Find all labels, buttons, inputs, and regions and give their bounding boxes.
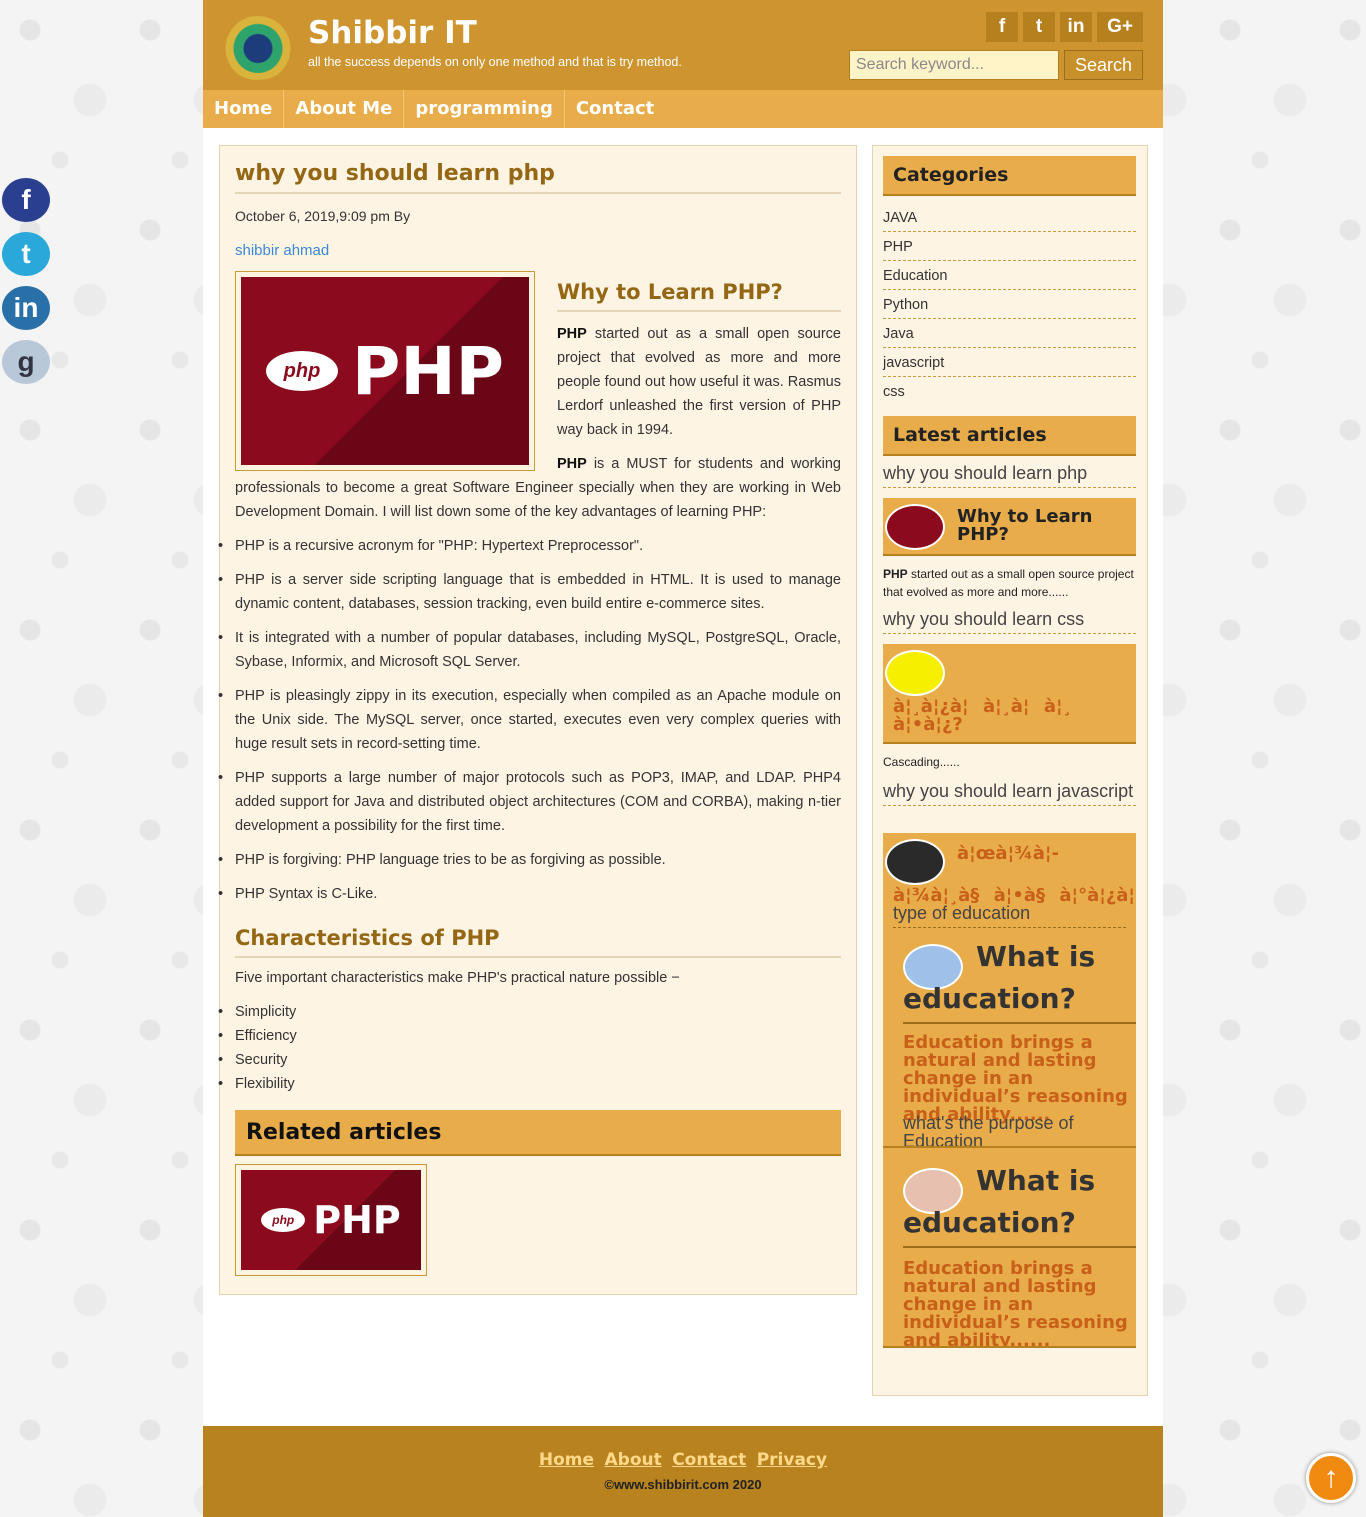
search-input[interactable] <box>849 50 1059 80</box>
nav-home[interactable]: Home <box>203 90 285 128</box>
footer-links: Home About Contact Privacy <box>203 1450 1163 1470</box>
heading-why-learn: Why to Learn PHP? <box>557 280 841 312</box>
latest-link-education[interactable]: type of education <box>893 904 1126 928</box>
list-item: It is integrated with a number of popula… <box>218 626 841 674</box>
latest-card-php[interactable]: Why to Learn PHP? <box>883 498 1136 556</box>
advantages-list: PHP is a recursive acronym for "PHP: Hyp… <box>218 534 841 916</box>
latest-card-purpose[interactable]: What is education? Education brings a na… <box>883 1148 1136 1348</box>
card-title: What is education? <box>903 1160 1136 1248</box>
heading-characteristics: Characteristics of PHP <box>235 926 841 958</box>
list-item: PHP is pleasingly zippy in its execution… <box>218 684 841 756</box>
category-education[interactable]: Education <box>883 262 1136 290</box>
main-nav: Home About Me programming Contact <box>203 90 1163 128</box>
card-body: Education brings a natural and lasting c… <box>903 1258 1128 1348</box>
category-javascript[interactable]: javascript <box>883 349 1136 377</box>
site-footer: Home About Contact Privacy ©www.shibbiri… <box>203 1426 1163 1517</box>
category-python[interactable]: Python <box>883 291 1136 319</box>
list-item: PHP supports a large number of major pro… <box>218 766 841 838</box>
list-item: PHP is a server side scripting language … <box>218 568 841 616</box>
sidebar: Categories JAVA PHP Education Python Jav… <box>872 145 1148 1396</box>
latest-card-javascript[interactable]: à¦œà¦¾à¦- à¦¾à¦¸à§à¦•à§à¦°à¦¿à¦ªà type… <box>883 833 1136 930</box>
article-panel: why you should learn php October 6, 2019… <box>218 145 857 1295</box>
related-article-thumbnail[interactable]: php PHP <box>235 1164 427 1276</box>
categories-header: Categories <box>883 156 1136 196</box>
card-title: Why to Learn PHP? <box>957 506 1093 545</box>
footer-link-privacy[interactable]: Privacy <box>757 1450 827 1470</box>
php-badge: php <box>266 351 338 391</box>
page-container: Shibbir IT all the success depends on on… <box>203 0 1163 1517</box>
css-thumbnail <box>885 650 945 696</box>
card-title-line1: à¦œà¦¾à¦- <box>957 843 1059 864</box>
list-item: PHP is a recursive acronym for "PHP: Hyp… <box>218 534 841 558</box>
copyright-text: ©www.shibbirit.com 2020 <box>604 1477 762 1492</box>
category-java[interactable]: JAVA <box>883 204 1136 232</box>
latest-link-javascript[interactable]: why you should learn javascript <box>883 782 1136 806</box>
latest-card-education[interactable]: What is education? Education brings a na… <box>883 930 1136 1148</box>
list-item: Security <box>218 1048 841 1072</box>
list-item: PHP is forgiving: PHP language tries to … <box>218 848 841 872</box>
card-title: What is education? <box>903 936 1136 1024</box>
php-badge: php <box>261 1208 306 1232</box>
category-php[interactable]: PHP <box>883 233 1136 261</box>
latest-card-css[interactable]: à¦¸à¦¿à¦à¦¸à¦à¦¸ à¦•à¦¿? <box>883 644 1136 744</box>
google-float-icon[interactable]: g <box>2 340 50 384</box>
facebook-icon[interactable]: f <box>986 12 1018 42</box>
related-articles-header: Related articles <box>235 1110 841 1156</box>
category-css[interactable]: css <box>883 378 1136 406</box>
latest-articles-header: Latest articles <box>883 416 1136 456</box>
site-tagline: all the success depends on only one meth… <box>308 55 682 69</box>
footer-link-home[interactable]: Home <box>539 1450 594 1470</box>
characteristics-intro: Five important characteristics make PHP'… <box>235 970 680 986</box>
footer-link-about[interactable]: About <box>605 1450 662 1470</box>
twitter-float-icon[interactable]: t <box>2 232 50 276</box>
card-title-line2: à¦•à¦¿? <box>893 714 963 735</box>
js-thumbnail <box>885 839 945 885</box>
latest-excerpt-php: PHP started out as a small open source p… <box>883 567 1134 599</box>
list-item: Simplicity <box>218 1000 841 1024</box>
site-title[interactable]: Shibbir IT <box>308 15 477 51</box>
scroll-to-top-icon[interactable]: ↑ <box>1306 1453 1356 1503</box>
card-body: Education brings a natural and lasting c… <box>903 1032 1128 1125</box>
author-link[interactable]: shibbir ahmad <box>235 242 329 259</box>
twitter-icon[interactable]: t <box>1023 12 1055 42</box>
google-plus-icon[interactable]: G+ <box>1097 12 1143 42</box>
nav-contact[interactable]: Contact <box>565 90 665 128</box>
advantages-paragraph: PHP is a MUST for students and working p… <box>235 456 841 520</box>
category-java-2[interactable]: Java <box>883 320 1136 348</box>
post-meta: October 6, 2019,9:09 pm By <box>235 208 411 224</box>
search-button[interactable]: Search <box>1064 50 1143 80</box>
site-header: Shibbir IT all the success depends on on… <box>203 0 1163 90</box>
php-image-text: PHP <box>352 332 504 410</box>
intro-paragraph: PHP started out as a small open source p… <box>557 326 841 438</box>
header-social-icons: f t in G+ <box>986 12 1143 42</box>
linkedin-icon[interactable]: in <box>1060 12 1092 42</box>
post-title: why you should learn php <box>235 161 841 194</box>
php-thumbnail <box>885 504 945 550</box>
latest-link-css[interactable]: why you should learn css <box>883 610 1136 634</box>
characteristics-list: Simplicity Efficiency Security Flexibili… <box>218 1000 841 1096</box>
site-logo[interactable] <box>221 10 295 80</box>
list-item: Efficiency <box>218 1024 841 1048</box>
nav-about-me[interactable]: About Me <box>284 90 405 128</box>
list-item: PHP Syntax is C-Like. <box>218 882 841 906</box>
list-item: Flexibility <box>218 1072 841 1096</box>
facebook-float-icon[interactable]: f <box>2 178 50 222</box>
latest-excerpt-css: Cascading...... <box>883 755 960 769</box>
linkedin-float-icon[interactable]: in <box>2 286 50 330</box>
php-featured-image: php PHP <box>235 271 535 471</box>
latest-link-purpose[interactable]: what's the purpose of Education <box>903 1114 1136 1146</box>
footer-link-contact[interactable]: Contact <box>672 1450 746 1470</box>
nav-programming[interactable]: programming <box>404 90 565 128</box>
php-image-text: PHP <box>313 1198 401 1242</box>
latest-link-php[interactable]: why you should learn php <box>883 464 1136 488</box>
